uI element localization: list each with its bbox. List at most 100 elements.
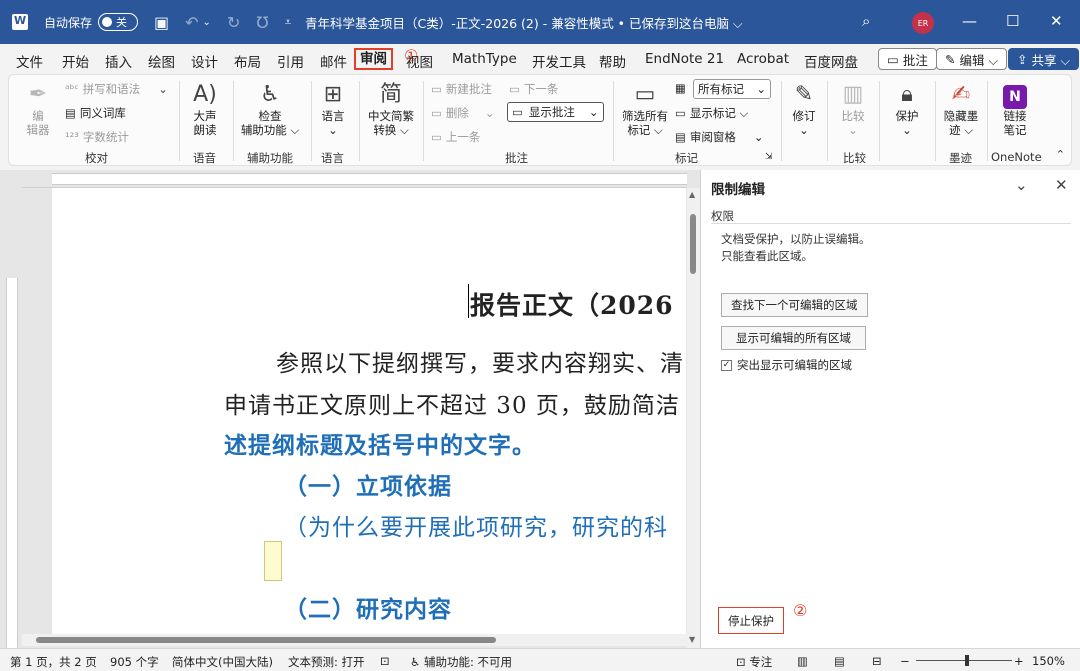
thesaurus-button[interactable]: ▤ 同义词库 [65,105,126,121]
horizontal-ruler[interactable] [22,170,687,188]
title-bar: 自动保存 关 ▣ ↶ ⌄ ↻ Ʊ ⩡ 青年科学基金项目（C类）-正文-2026 … [0,0,1080,44]
accessibility-check-button[interactable]: ♿ 检查 辅助功能 ⌵ [237,81,303,137]
text-prediction-status[interactable]: 文本预测: 打开 [288,654,365,670]
read-mode-icon[interactable]: ▥ [797,654,808,668]
read-aloud-button[interactable]: A) 大声 朗读 [187,81,223,137]
editor-icon: ✒ [28,82,48,107]
protect-button[interactable]: 🔒︎ 保护 ⌄ [889,81,925,137]
focus-mode[interactable]: ⊡ 专注 [736,654,772,670]
web-layout-icon[interactable]: ⊟ [872,654,882,668]
document-title[interactable]: 青年科学基金项目（C类）-正文-2026 (2) - 兼容性模式 • 已保存到这… [305,13,742,32]
avatar[interactable]: ER [912,12,934,34]
filter-markup-button[interactable]: ▭ 筛选所有 标记 ⌵ [617,81,673,137]
new-comment-button[interactable]: ▭ 新建批注 [431,81,492,97]
comments-button[interactable]: ▭ 批注 [878,48,937,70]
zoom-slider-handle[interactable] [965,655,969,666]
word-count[interactable]: 905 个字 [110,654,159,670]
undo-icon[interactable]: ↶ [185,13,198,32]
next-comment-button[interactable]: ▭ 下一条 [509,81,558,97]
tab-draw[interactable]: 绘图 [148,51,175,71]
tab-acrobat[interactable]: Acrobat [737,51,789,67]
linked-notes-button[interactable]: N 链接 笔记 [995,81,1035,137]
macro-icon[interactable]: ⊡ [380,654,390,668]
redo-icon[interactable]: ↻ [227,13,240,32]
maximize-icon[interactable]: ☐ [1006,12,1019,30]
ribbon: ✒ 编 辑器 ᵃᵇᶜ 拼写和语法 ⌄ ▤ 同义词库 ¹²³ 字数统计 校对 A) 大声 朗读 … [8,74,1072,166]
group-ink-label: 墨迹 [949,151,972,165]
editing-mode-button[interactable]: ✎ 编辑 ⌵ [936,48,1007,70]
linked-notes-label-1: 链接 [1003,109,1027,123]
reviewing-pane-button[interactable]: ▤ 审阅窗格 ⌄ [675,129,764,145]
scroll-up-icon[interactable]: ▲ [689,190,695,199]
find-next-region-button[interactable]: 查找下一个可编辑的区域 [721,293,868,317]
tab-baidu[interactable]: 百度网盘 [804,51,858,71]
vertical-scrollbar[interactable]: ▲ ▼ [687,188,700,648]
tab-insert[interactable]: 插入 [105,51,132,71]
tab-layout[interactable]: 布局 [234,51,261,71]
tab-references[interactable]: 引用 [277,51,304,71]
close-icon[interactable]: ✕ [1050,12,1063,30]
tab-help[interactable]: 帮助 [599,51,626,71]
scroll-down-icon[interactable]: ▼ [689,635,695,644]
zoom-out-button[interactable]: − [900,654,910,668]
wordcount-button[interactable]: ¹²³ 字数统计 [65,129,129,145]
document-page[interactable]: 报告正文（2026 参照以下提纲撰写，要求内容翔实、清 申请书正文原则上不超过 … [52,188,686,640]
compare-button[interactable]: ▥ 比较 ⌄ [835,81,871,137]
hide-ink-button[interactable]: ✍ 隐藏墨迹 ⌵ [939,81,983,137]
close-icon[interactable]: ✕ [1055,176,1068,194]
search-icon[interactable]: ⌕ [862,12,870,30]
vertical-ruler[interactable] [0,188,22,648]
highlight-regions-row[interactable]: ✓ 突出显示可编辑的区域 [721,357,852,373]
chevron-down-icon: ⌄ [328,123,338,137]
zoom-in-button[interactable]: + [1014,654,1024,668]
share-button[interactable]: ⇪ 共享 ⌵ [1008,48,1079,70]
tracking-options-icon[interactable]: ⇲ [765,152,773,162]
chevron-down-icon[interactable]: ⌄ [1015,176,1028,194]
highlight-checkbox[interactable]: ✓ [721,359,732,371]
language-status[interactable]: 简体中文(中国大陆) [172,654,273,670]
tab-home[interactable]: 开始 [62,51,89,71]
horizontal-scrollbar[interactable] [22,634,687,646]
zoom-level[interactable]: 150% [1032,654,1065,668]
show-markup-button[interactable]: ▭ 显示标记 ⌵ [675,105,748,121]
show-comments-button[interactable]: ▭ 显示批注 ⌄ [507,102,604,122]
reviewing-pane-label: 审阅窗格 [689,130,736,144]
tab-endnote[interactable]: EndNote 21 [645,51,724,67]
editable-region[interactable] [264,541,282,581]
track-changes-button[interactable]: ✎ 修订 ⌄ [787,81,821,137]
delete-comment-button[interactable]: ▭ 删除 ⌄ [431,105,495,121]
editor-button[interactable]: ✒ 编 辑器 [19,81,57,137]
tab-review[interactable]: 审阅 [354,48,393,70]
comment-icon: ▭ [887,51,899,67]
collapse-ribbon-icon[interactable]: ⌃ [1056,148,1065,161]
tab-design[interactable]: 设计 [191,51,218,71]
tab-mailings[interactable]: 邮件 [320,51,347,71]
chinese-conversion-icon: 简 [379,82,402,107]
chinese-conversion-button[interactable]: 简中文简繁 转换 ⌵ [363,81,419,137]
repeat-icon[interactable]: Ʊ [256,13,268,32]
undo-dropdown-icon[interactable]: ⌄ [203,17,211,28]
markup-dropdown[interactable]: 所有标记 ⌄ [693,79,771,99]
scroll-thumb[interactable] [690,214,696,274]
pencil-icon: ✎ [945,51,956,67]
stop-protection-button[interactable]: 停止保护 [718,607,784,634]
tab-view[interactable]: 视图 [406,51,433,71]
scroll-thumb[interactable] [36,637,496,643]
zoom-slider[interactable] [916,660,1012,661]
autosave-toggle[interactable]: 关 [98,13,139,31]
language-button[interactable]: ⊞ 语言 ⌄ [315,81,351,137]
customize-icon[interactable]: ⩡ [285,15,292,30]
print-layout-icon[interactable]: ▤ [834,654,845,668]
minimize-icon[interactable]: — [962,12,977,30]
save-icon[interactable]: ▣ [154,13,169,32]
tab-file[interactable]: 文件 [16,51,43,71]
tab-developer[interactable]: 开发工具 [532,51,586,71]
spelling-button[interactable]: ᵃᵇᶜ 拼写和语法 ⌄ [65,81,168,97]
previous-comment-button[interactable]: ▭ 上一条 [431,129,480,145]
chevron-down-icon: ⌄ [158,82,168,96]
page-count[interactable]: 第 1 页，共 2 页 [10,654,97,670]
accessibility-status[interactable]: ♿ 辅助功能: 不可用 [410,654,512,670]
show-all-regions-button[interactable]: 显示可编辑的所有区域 [721,326,866,350]
ribbon-separator [613,81,614,161]
tab-mathtype[interactable]: MathType [452,51,517,67]
